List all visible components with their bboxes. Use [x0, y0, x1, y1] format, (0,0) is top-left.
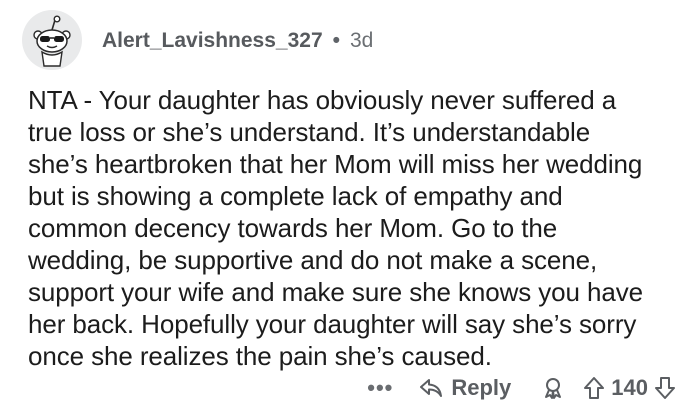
comment: Alert_Lavishness_327 • 3d NTA - Your dau… — [0, 0, 700, 410]
reply-label: Reply — [451, 375, 512, 400]
award-icon — [545, 378, 562, 399]
downvote-icon[interactable] — [654, 376, 676, 400]
reply-button[interactable]: Reply — [419, 375, 511, 401]
award-button[interactable] — [541, 376, 565, 400]
username[interactable]: Alert_Lavishness_327 — [102, 30, 323, 51]
meta-separator: • — [332, 28, 340, 52]
upvote-icon[interactable] — [583, 376, 605, 400]
comment-age: 3d — [350, 28, 374, 52]
avatar[interactable] — [22, 10, 82, 70]
comment-header: Alert_Lavishness_327 • 3d — [22, 10, 373, 70]
reply-arrow-icon — [420, 379, 443, 397]
comment-actions: ••• Reply 140 — [367, 370, 676, 406]
snoo-avatar-icon — [33, 15, 71, 67]
comment-meta: Alert_Lavishness_327 • 3d — [102, 30, 373, 51]
vote-count: 140 — [611, 375, 648, 400]
more-options-button[interactable]: ••• — [367, 377, 393, 399]
vote-controls: 140 — [583, 375, 676, 401]
comment-body: NTA - Your daughter has obviously never … — [28, 85, 644, 371]
